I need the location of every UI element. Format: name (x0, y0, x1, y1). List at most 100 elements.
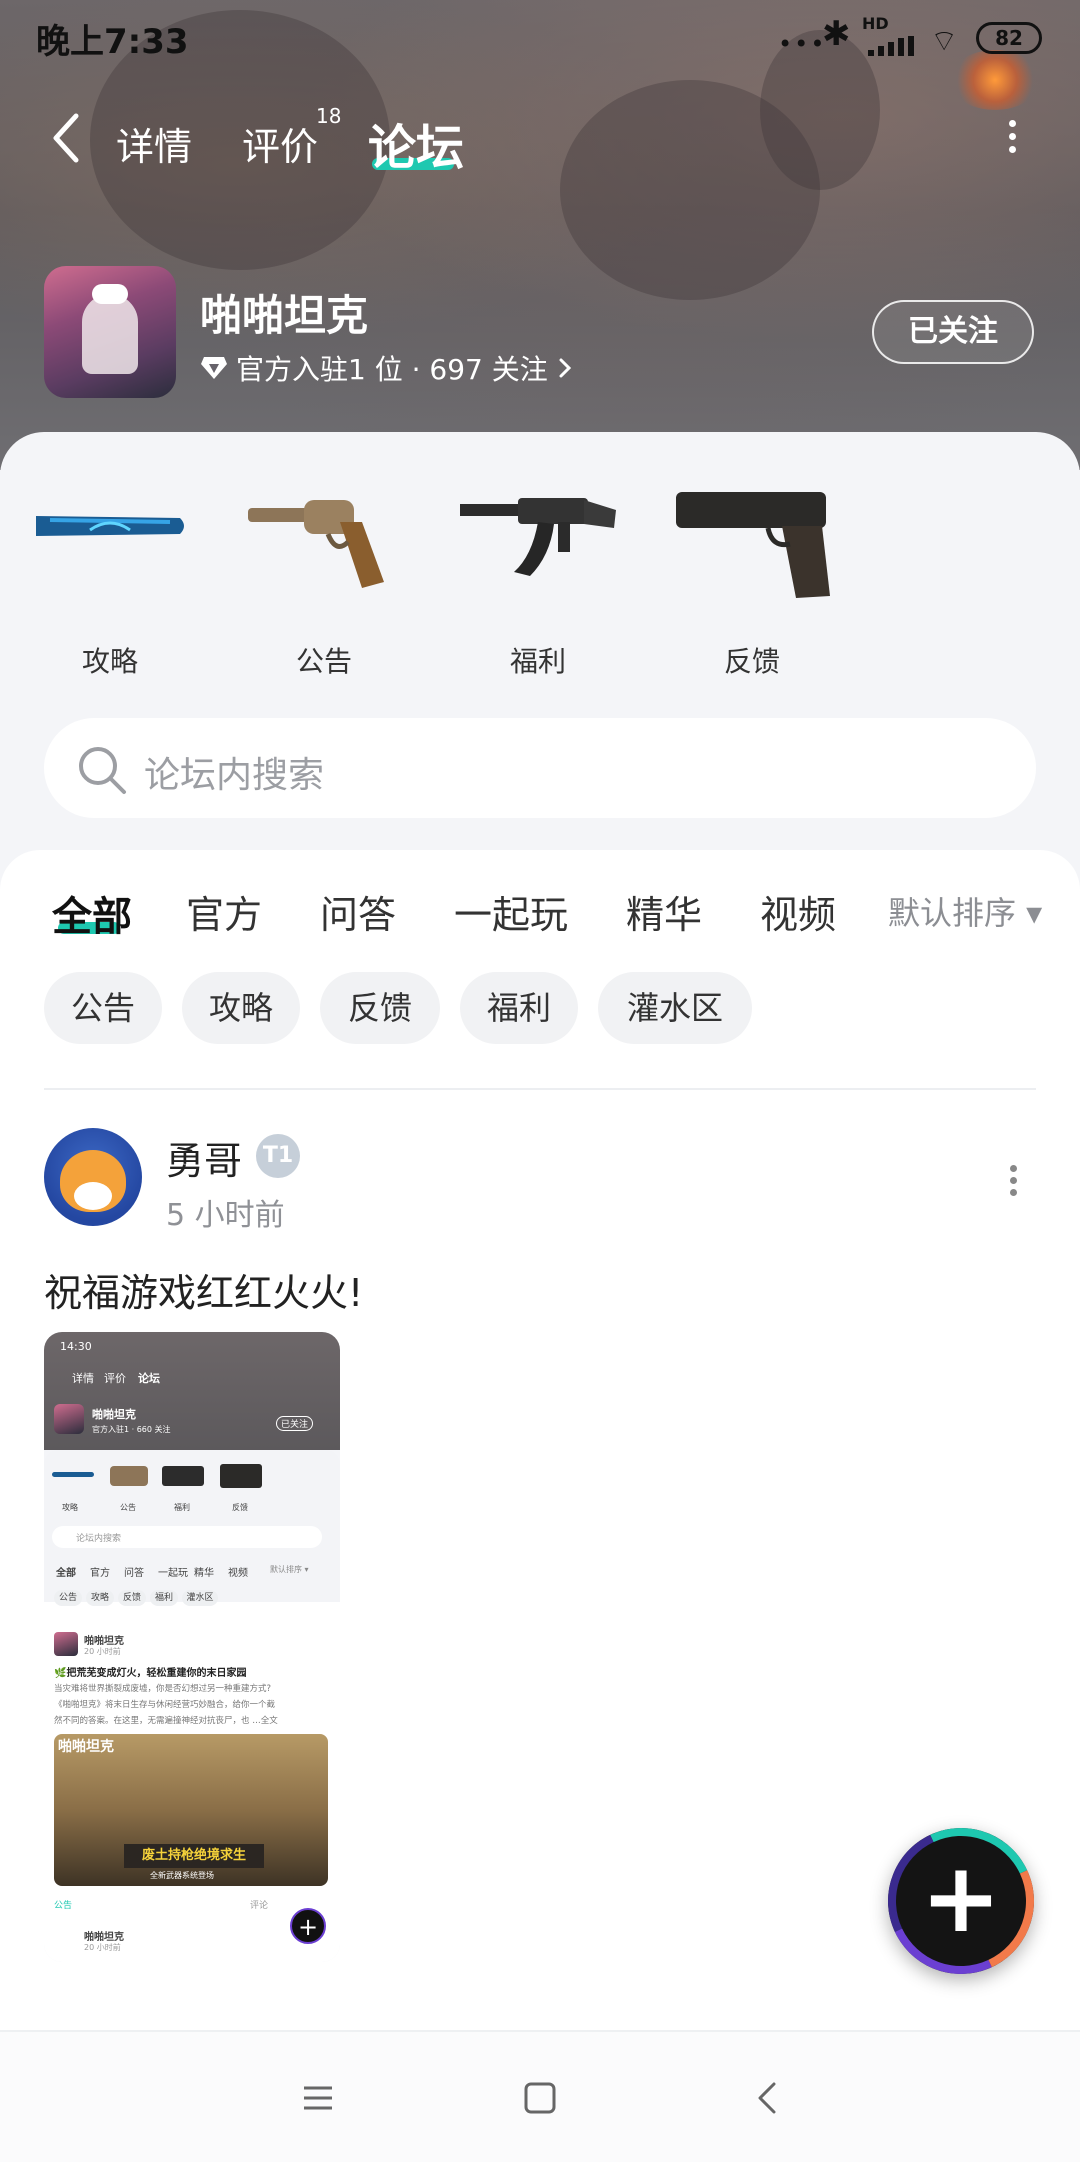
thumb-tab-details: 详情 (72, 1372, 94, 1385)
thumb-pistol-icon (220, 1464, 262, 1488)
home-icon[interactable] (520, 2078, 560, 2118)
thumb-inner-body: 然不同的答案。在这里，无需遍撞神经对抗丧尸，也 …全文 (54, 1716, 278, 1726)
chip-welfare[interactable]: 福利 (460, 972, 578, 1044)
thumb-chip: 福利 (150, 1590, 178, 1606)
top-nav: 详情 评价 18 论坛 (0, 100, 1080, 180)
thumb-cat-label: 福利 (174, 1503, 190, 1512)
post-image-thumbnail[interactable]: 14:30 详情 评价 论坛 啪啪坦克 官方入驻1 · 660 关注 已关注 攻… (44, 1332, 340, 1962)
thumb-search: 论坛内搜索 (52, 1526, 322, 1548)
shiba-muzzle (74, 1182, 112, 1210)
tab-reviews[interactable]: 评价 (242, 116, 318, 171)
filter-tab-official[interactable]: 官方 (186, 884, 262, 939)
category-guide[interactable]: 攻略 (30, 464, 190, 680)
thumb-inner-author: 啪啪坦克 (84, 1636, 124, 1647)
sort-dropdown[interactable]: 默认排序 ▾ (888, 888, 1042, 934)
forum-search-input[interactable]: 论坛内搜索 (44, 718, 1036, 818)
post-more-icon[interactable] (1006, 1160, 1020, 1201)
post-text[interactable]: 祝福游戏红红火火! (44, 1262, 363, 1317)
chip-guide[interactable]: 攻略 (182, 972, 300, 1044)
thumb-game-sub: 官方入驻1 · 660 关注 (92, 1425, 171, 1434)
tab-forum[interactable]: 论坛 (368, 108, 464, 178)
create-post-button[interactable]: + (867, 1807, 1055, 1995)
post-time: 5 小时前 (166, 1198, 285, 1233)
game-meta-text: 官方入驻1 位 · 697 关注 (236, 353, 548, 386)
chevron-right-icon (559, 358, 571, 378)
feed-divider (44, 1088, 1036, 1090)
thumb-inner-time-2: 20 小时前 (84, 1943, 121, 1952)
thumb-inner-body: 《啪啪坦克》将末日生存与休闲经营巧妙融合，给你一个截 (54, 1700, 276, 1710)
thumb-search-placeholder: 论坛内搜索 (76, 1534, 122, 1544)
thumb-bat-icon (52, 1472, 94, 1477)
category-feedback[interactable]: 反馈 (672, 464, 832, 680)
thumb-filter-tab: 全部 (56, 1568, 76, 1579)
nurse-figure (82, 294, 138, 374)
post-author[interactable]: 勇哥 (166, 1130, 242, 1185)
chip-chat-area[interactable]: 灌水区 (598, 972, 752, 1044)
level-badge-icon: T1 (256, 1134, 300, 1178)
thumb-rifle-icon (162, 1466, 204, 1486)
chip-announcement[interactable]: 公告 (44, 972, 162, 1044)
filter-tab-play-together[interactable]: 一起玩 (454, 884, 568, 939)
baseball-bat-icon (30, 464, 190, 614)
category-label: 公告 (295, 645, 352, 678)
thumb-tab-forum: 论坛 (138, 1372, 160, 1385)
thumb-game-icon (54, 1404, 84, 1434)
thumb-follow: 已关注 (276, 1416, 314, 1431)
thumb-status-time: 14:30 (60, 1340, 92, 1353)
more-options-icon[interactable] (1000, 114, 1024, 164)
category-label: 反馈 (723, 645, 780, 678)
thumb-filter-tab: 官方 (90, 1568, 110, 1579)
thumb-banner-sign: 废土持枪绝境求生 (124, 1844, 264, 1868)
tab-details[interactable]: 详情 (116, 116, 192, 171)
status-bar: 晚上7:33 ••• ✱ HD ⌔ 82 (0, 0, 1080, 76)
thumb-chip: 反馈 (118, 1590, 146, 1606)
thumb-revolver-icon (110, 1466, 148, 1486)
avatar[interactable] (44, 1128, 142, 1226)
category-label: 福利 (509, 645, 566, 678)
thumb-inner-tag: 公告 (54, 1901, 73, 1911)
filter-tab-video[interactable]: 视频 (760, 884, 836, 939)
back-icon[interactable] (748, 2078, 788, 2118)
thumb-chip: 灌水区 (182, 1590, 218, 1606)
rifle-icon (458, 464, 618, 614)
thumb-chip: 公告 (54, 1590, 82, 1606)
thumb-chip: 攻略 (86, 1590, 114, 1606)
thumb-cat-label: 攻略 (62, 1503, 78, 1512)
thumb-inner-title: 🌿把荒芜变成灯火，轻松重建你的末日家园 (54, 1668, 247, 1679)
thumb-cat-label: 公告 (120, 1503, 136, 1512)
thumb-filter-tab: 一起玩 (158, 1568, 188, 1579)
filter-tab-qa[interactable]: 问答 (320, 884, 396, 939)
menu-icon[interactable] (298, 2078, 338, 2118)
thumb-banner-image: 啪啪坦克 废土持枪绝境求生 全新武器系统登场 (54, 1734, 328, 1886)
thumb-fab-icon: + (290, 1908, 326, 1944)
system-nav-bar (0, 2030, 1080, 2162)
thumb-game-title: 啪啪坦克 (92, 1408, 136, 1421)
bluetooth-icon: ✱ (822, 14, 851, 54)
revolver-icon (244, 464, 404, 614)
thumb-banner-sub: 全新武器系统登场 (150, 1871, 214, 1880)
diamond-icon (201, 357, 227, 379)
filter-tab-featured[interactable]: 精华 (626, 884, 702, 939)
pistol-icon (672, 464, 832, 614)
status-time: 晚上7:33 (36, 22, 189, 62)
thumb-filter-tab: 精华 (194, 1568, 214, 1579)
game-icon[interactable] (44, 266, 176, 398)
category-welfare[interactable]: 福利 (458, 464, 618, 680)
thumb-sort: 默认排序 ▾ (270, 1565, 309, 1574)
back-arrow-icon[interactable] (42, 108, 102, 168)
chip-feedback[interactable]: 反馈 (320, 972, 440, 1044)
game-meta-link[interactable]: 官方入驻1 位 · 697 关注 (200, 348, 574, 388)
thumb-banner-logo: 啪啪坦克 (58, 1739, 114, 1755)
plus-icon: + (920, 1842, 1002, 1954)
reviews-count-badge: 18 (316, 104, 342, 128)
thumb-cat-label: 反馈 (232, 1503, 248, 1512)
wifi-icon: ⌔ (930, 24, 959, 59)
nurse-hat (92, 284, 128, 304)
filter-tab-all[interactable]: 全部 (52, 884, 132, 942)
search-icon (79, 747, 126, 794)
thumb-inner-author-2: 啪啪坦克 (84, 1932, 124, 1943)
category-announcement[interactable]: 公告 (244, 464, 404, 680)
battery-icon: 82 (976, 22, 1042, 54)
thumb-inner-comment: 评论 (250, 1901, 269, 1911)
follow-button[interactable]: 已关注 (872, 300, 1034, 364)
